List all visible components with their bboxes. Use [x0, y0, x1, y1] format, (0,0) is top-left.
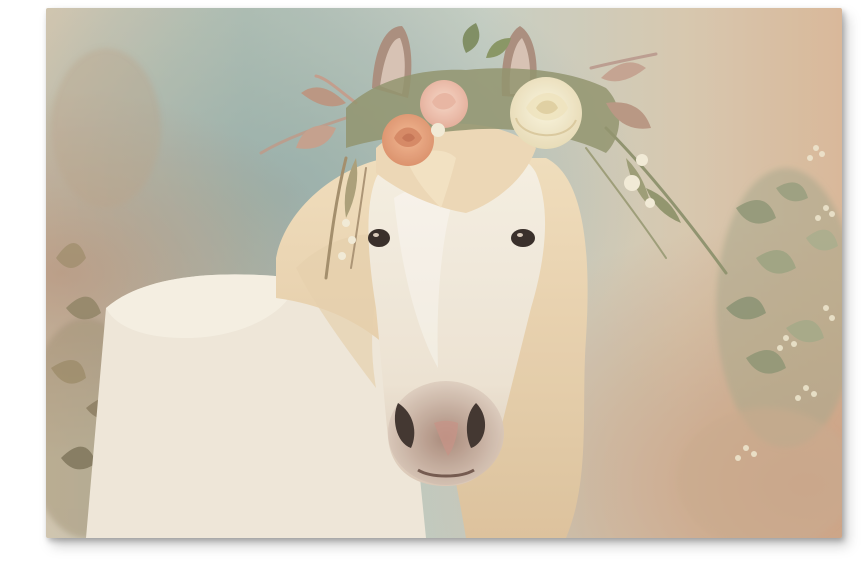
product-image-stage [0, 0, 861, 585]
canvas-print [46, 8, 842, 538]
horse-painting [46, 8, 842, 538]
